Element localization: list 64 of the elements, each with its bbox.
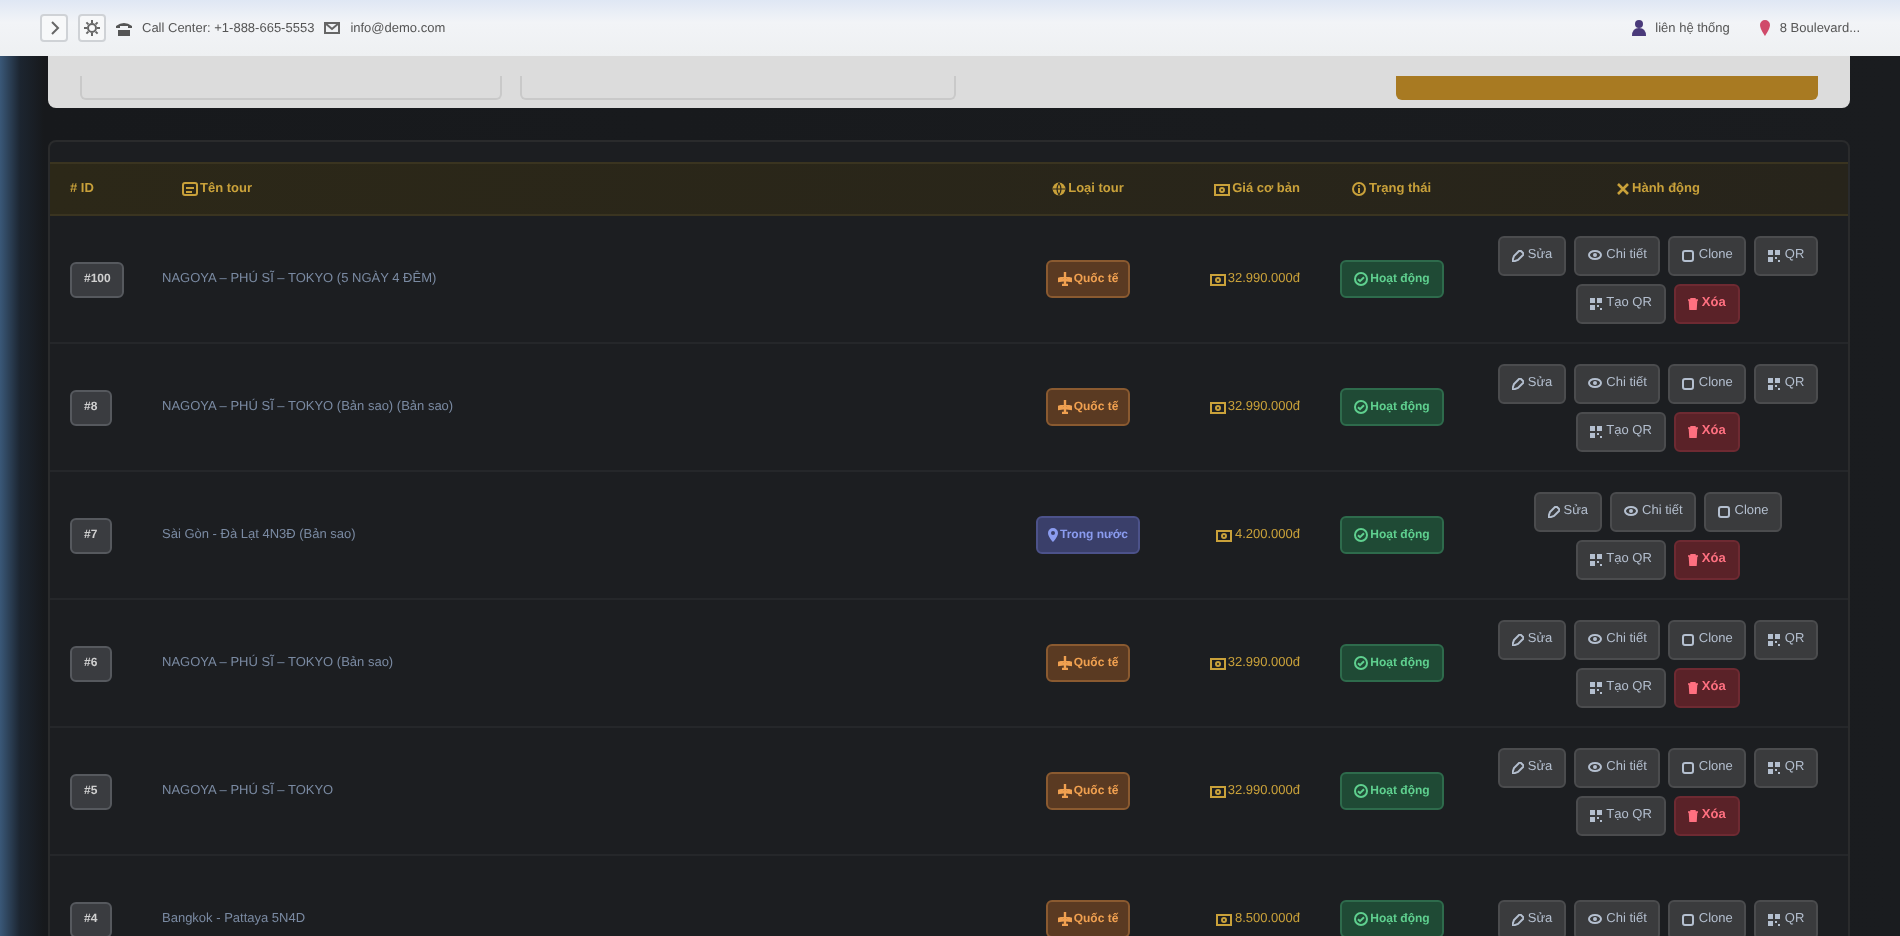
eye-icon xyxy=(1588,250,1603,260)
eye-icon xyxy=(1588,762,1603,772)
settings-button[interactable] xyxy=(78,14,106,42)
plane-icon xyxy=(1057,272,1072,286)
money-icon xyxy=(1209,785,1226,797)
phone-icon xyxy=(116,21,132,35)
qr-code-icon xyxy=(1590,553,1603,565)
globe-icon xyxy=(1052,182,1067,196)
info-icon xyxy=(1352,182,1367,196)
plane-icon xyxy=(1057,912,1072,926)
qr-code-icon xyxy=(1768,249,1781,261)
money-icon xyxy=(1214,183,1231,195)
sidebar-toggle-button[interactable] xyxy=(40,14,68,42)
check-circle-icon xyxy=(1354,784,1369,798)
money-icon xyxy=(1216,913,1233,925)
copy-icon xyxy=(1682,249,1695,261)
qr-code-icon xyxy=(1590,425,1603,437)
pencil-icon xyxy=(1511,249,1524,261)
chevron-right-icon xyxy=(46,20,62,36)
qr-code-icon xyxy=(1590,681,1603,693)
eye-icon xyxy=(1588,634,1603,644)
mail-icon xyxy=(324,22,341,34)
qr-code-icon xyxy=(1768,761,1781,773)
money-icon xyxy=(1216,529,1233,541)
pencil-icon xyxy=(1511,913,1524,925)
plane-icon xyxy=(1057,784,1072,798)
settings-icon xyxy=(84,20,100,36)
pencil-icon xyxy=(1511,377,1524,389)
pencil-icon xyxy=(1547,505,1560,517)
copy-icon xyxy=(1682,633,1695,645)
copy-icon xyxy=(1682,761,1695,773)
trash-icon xyxy=(1687,297,1698,309)
tools-icon xyxy=(1616,182,1631,196)
qr-code-icon xyxy=(1768,633,1781,645)
check-circle-icon xyxy=(1354,528,1369,542)
copy-icon xyxy=(1682,913,1695,925)
eye-icon xyxy=(1624,506,1639,516)
trash-icon xyxy=(1687,809,1698,821)
ticket-icon xyxy=(182,182,198,196)
location-pin-icon xyxy=(1048,528,1059,542)
qr-code-icon xyxy=(1590,297,1603,309)
money-icon xyxy=(1209,657,1226,669)
eye-icon xyxy=(1588,914,1603,924)
check-circle-icon xyxy=(1354,912,1369,926)
location-pin-icon xyxy=(1759,20,1770,36)
eye-icon xyxy=(1588,378,1603,388)
check-circle-icon xyxy=(1354,656,1369,670)
copy-icon xyxy=(1682,377,1695,389)
qr-code-icon xyxy=(1768,913,1781,925)
qr-code-icon xyxy=(1768,377,1781,389)
user-icon xyxy=(1631,20,1646,36)
money-icon xyxy=(1209,401,1226,413)
pencil-icon xyxy=(1511,633,1524,645)
plane-icon xyxy=(1057,656,1072,670)
check-circle-icon xyxy=(1354,400,1369,414)
trash-icon xyxy=(1687,425,1698,437)
plane-icon xyxy=(1057,400,1072,414)
copy-icon xyxy=(1718,505,1731,517)
pencil-icon xyxy=(1511,761,1524,773)
check-circle-icon xyxy=(1354,272,1369,286)
money-icon xyxy=(1209,273,1226,285)
trash-icon xyxy=(1687,681,1698,693)
qr-code-icon xyxy=(1590,809,1603,821)
trash-icon xyxy=(1687,553,1698,565)
